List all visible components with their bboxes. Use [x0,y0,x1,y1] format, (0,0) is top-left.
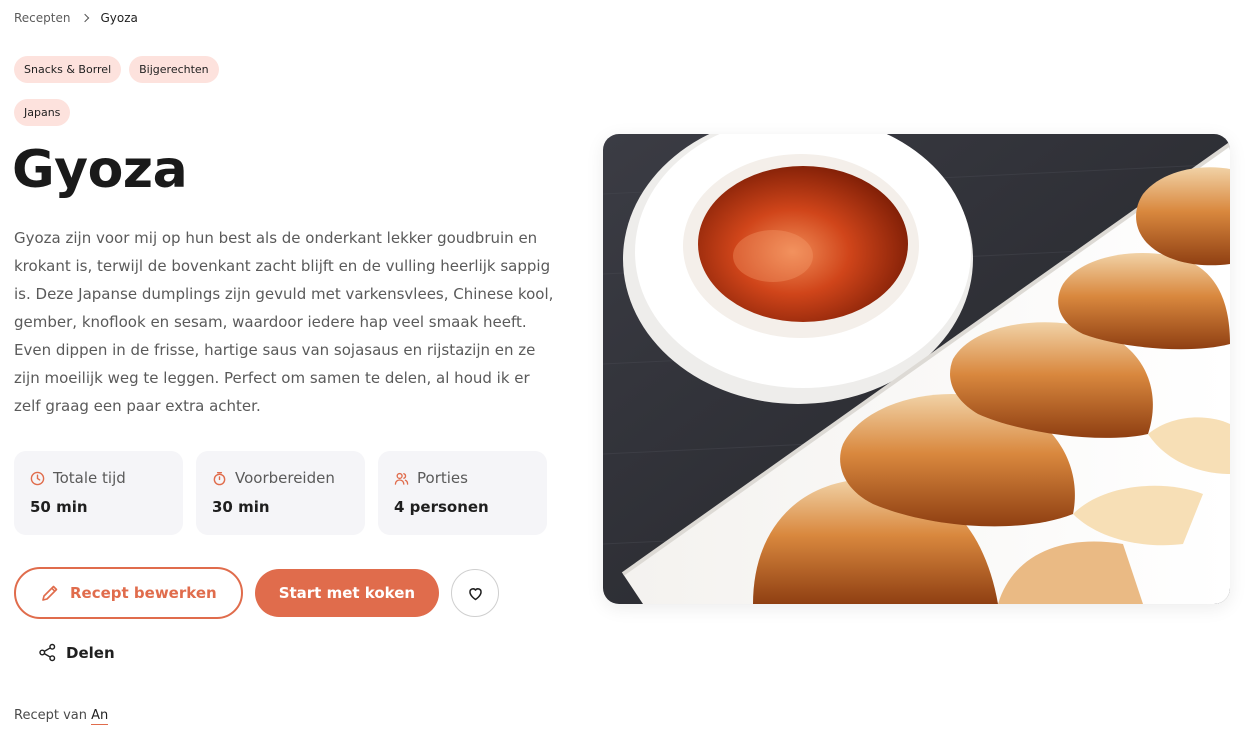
stat-total-time: Totale tijd 50 min [14,451,183,535]
recipe-description: Gyoza zijn voor mij op hun best als de o… [14,229,554,415]
favorite-button[interactable] [451,569,500,617]
timer-icon [213,471,226,485]
stat-prep-time: Voorbereiden 30 min [196,451,365,535]
stat-servings: Porties 4 personen [378,451,547,535]
breadcrumb-current: Gyoza [100,11,138,25]
breadcrumb: Recepten Gyoza [14,11,138,25]
stat-label: Voorbereiden [235,469,335,487]
edit-recipe-button[interactable]: Recept bewerken [14,567,243,619]
share-button[interactable]: Delen [38,643,115,662]
stat-value: 50 min [30,498,88,516]
recipe-author: Recept van An [14,708,109,725]
clock-icon [30,471,45,485]
stat-value: 30 min [212,498,270,516]
gyoza-photo [603,134,1230,604]
tag-list: Snacks & Borrel Bijgerechten Japans [14,56,274,126]
stat-label: Porties [417,469,468,487]
tag-bijgerechten[interactable]: Bijgerechten [129,56,219,83]
tag-japans[interactable]: Japans [14,99,71,126]
recipe-actions: Recept bewerken Start met koken [14,567,500,619]
users-icon [394,472,409,485]
stat-value: 4 personen [394,498,489,516]
start-cooking-button[interactable]: Start met koken [254,569,440,617]
chevron-right-icon [81,13,90,23]
stat-label: Totale tijd [53,469,126,487]
pencil-icon [42,585,58,601]
recipe-stats: Totale tijd 50 min Voorbereiden 30 min P… [14,451,547,535]
breadcrumb-recepten-link[interactable]: Recepten [14,11,70,25]
author-link[interactable]: An [91,708,109,725]
author-prefix: Recept van [14,708,87,723]
share-label: Delen [66,643,115,662]
share-icon [39,643,56,662]
page-title: Gyoza [12,140,188,200]
tag-snacks-borrel[interactable]: Snacks & Borrel [14,56,122,83]
heart-icon [468,587,482,600]
edit-recipe-label: Recept bewerken [70,584,217,602]
recipe-hero-image [603,134,1230,604]
